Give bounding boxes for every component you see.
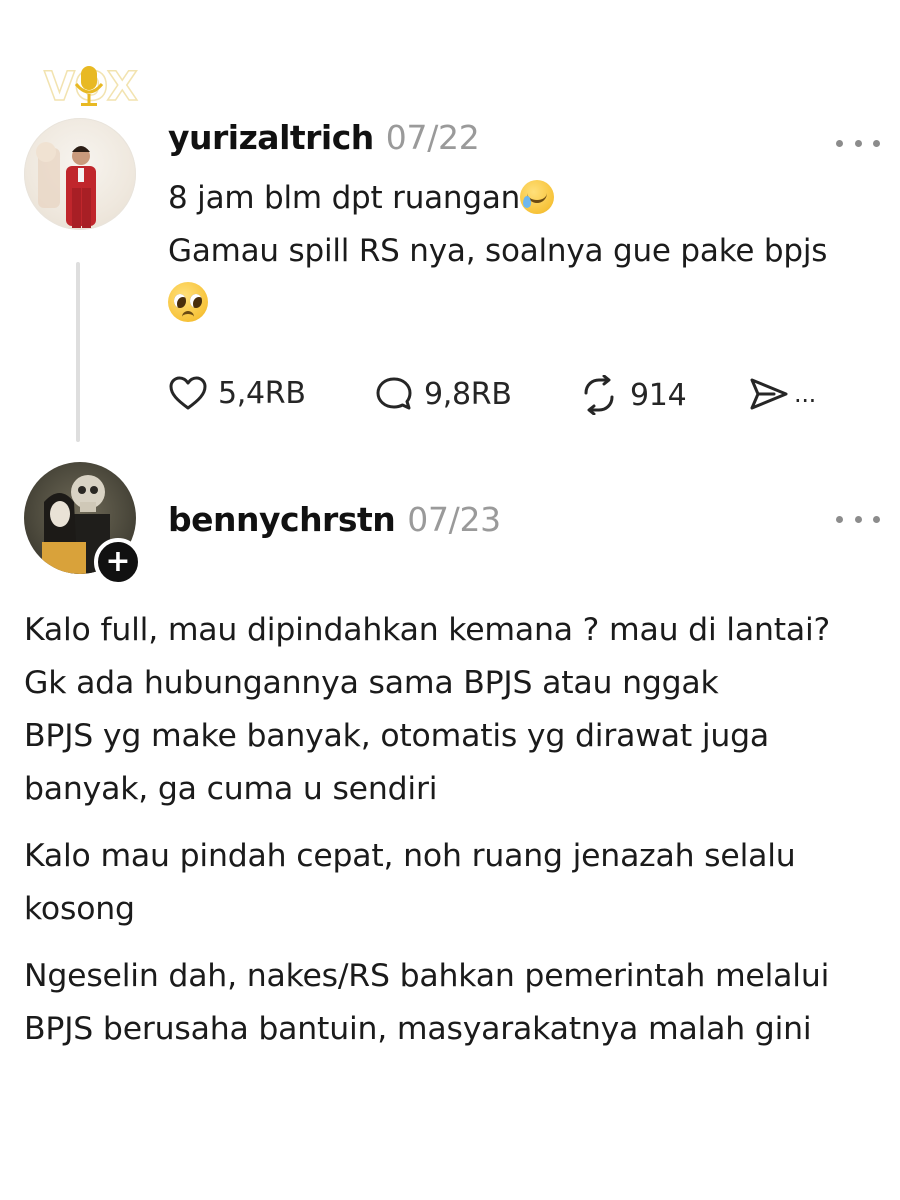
plus-icon: +: [105, 544, 131, 579]
like-count: 5,4RB: [218, 375, 306, 411]
post-text-line: Gamau spill RS nya, soalnya gue pake bpj…: [168, 233, 828, 269]
follow-plus-button[interactable]: +: [94, 538, 142, 586]
watermark-logo: VOX: [42, 58, 142, 118]
post-text: 8 jam blm dpt ruangan Gamau spill RS nya…: [168, 172, 888, 331]
reply-paragraph: Kalo mau pindah cepat, noh ruang jenazah…: [24, 838, 796, 927]
repost-count: 914: [630, 377, 687, 413]
pleading-face-icon: [168, 282, 208, 322]
share-more-text: ...: [794, 380, 816, 408]
timestamp: 07/22: [385, 118, 480, 157]
username[interactable]: bennychrstn: [168, 500, 396, 539]
avatar-yurizaltrich[interactable]: [24, 118, 136, 230]
share-button[interactable]: ...: [748, 375, 816, 413]
smiling-face-with-tear-icon: [520, 180, 555, 214]
repost-button[interactable]: 914: [578, 375, 687, 415]
thread-line: [76, 262, 80, 442]
comment-icon: [376, 377, 412, 410]
username[interactable]: yurizaltrich: [168, 118, 374, 157]
heart-icon: [169, 376, 207, 410]
repost-icon: [584, 375, 614, 415]
post-actions: 5,4RB 9,8RB 914 ...: [168, 375, 868, 425]
reply-header: bennychrstn 07/23: [168, 500, 501, 539]
timestamp: 07/23: [407, 500, 501, 539]
reply-text: Kalo full, mau dipindahkan kemana ? mau …: [24, 604, 874, 1070]
reply-button[interactable]: 9,8RB: [374, 375, 512, 413]
reply-paragraph: Kalo full, mau dipindahkan kemana ? mau …: [24, 612, 831, 807]
more-options-icon[interactable]: [836, 509, 880, 529]
reply-count: 9,8RB: [424, 376, 512, 412]
send-icon: [750, 378, 788, 410]
like-button[interactable]: 5,4RB: [168, 375, 306, 411]
reply-paragraph: Ngeselin dah, nakes/RS bahkan pemerintah…: [24, 958, 830, 1047]
post-text-line: 8 jam blm dpt ruangan: [168, 180, 521, 216]
more-options-icon[interactable]: [836, 133, 880, 153]
post-header: yurizaltrich 07/22: [168, 118, 480, 157]
